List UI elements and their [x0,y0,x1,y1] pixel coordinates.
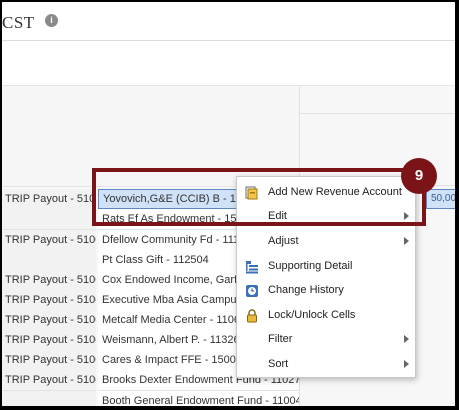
fund-cell[interactable]: Booth General Endowment Fund - 110040 [98,391,299,406]
menu-item-adjust[interactable]: Adjust [237,229,415,253]
menu-item-label: Change History [268,284,344,296]
info-icon[interactable]: i [45,14,58,27]
menu-item-filter[interactable]: Filter [237,327,415,351]
page-title: CST [2,13,35,32]
menu-item-supporting-detail[interactable]: Supporting Detail [237,254,415,278]
account-cell[interactable]: TRIP Payout - 51001 [2,230,96,251]
menu-item-sort[interactable]: Sort [237,352,415,376]
table-row[interactable]: Booth General Endowment Fund - 110040 [2,391,299,406]
menu-item-label: Sort [268,358,289,370]
menu-item-label: Lock/Unlock Cells [268,309,356,321]
account-cell[interactable]: TRIP Payout - 51001 [2,189,96,210]
menu-item-change-history[interactable]: Change History [237,278,415,302]
account-cell[interactable]: TRIP Payout - 51001 [2,350,96,371]
chevron-right-icon [404,335,409,343]
selected-value-cell[interactable]: 50,00 [426,189,455,209]
callout-highlight-box [92,168,426,226]
supporting-detail-icon [245,259,259,274]
grid-line [300,113,455,114]
step-number-badge: 9 [401,158,437,194]
change-history-icon [245,283,259,297]
account-cell[interactable] [2,391,96,406]
menu-item-label: Supporting Detail [268,260,353,272]
account-cell[interactable]: TRIP Payout - 51001 [2,370,96,391]
lock-icon [245,308,259,323]
account-cell[interactable] [2,250,96,271]
menu-item-label: Filter [268,333,293,345]
page-header: CST i [2,2,455,41]
menu-item-label: Adjust [268,235,299,247]
toolbar-strip [2,41,455,86]
app-frame: CST i TRIP Payout - 51001 Yovovich,G&E (… [2,2,455,406]
menu-item-lock-unlock-cells[interactable]: Lock/Unlock Cells [237,303,415,327]
account-cell[interactable]: TRIP Payout - 51001 [2,310,96,331]
account-cell[interactable] [2,209,96,230]
account-cell[interactable]: TRIP Payout - 51001 [2,330,96,351]
account-cell[interactable]: TRIP Payout - 51001 [2,270,96,291]
account-cell[interactable]: TRIP Payout - 51001 [2,290,96,311]
chevron-right-icon [404,237,409,245]
chevron-right-icon [404,360,409,368]
